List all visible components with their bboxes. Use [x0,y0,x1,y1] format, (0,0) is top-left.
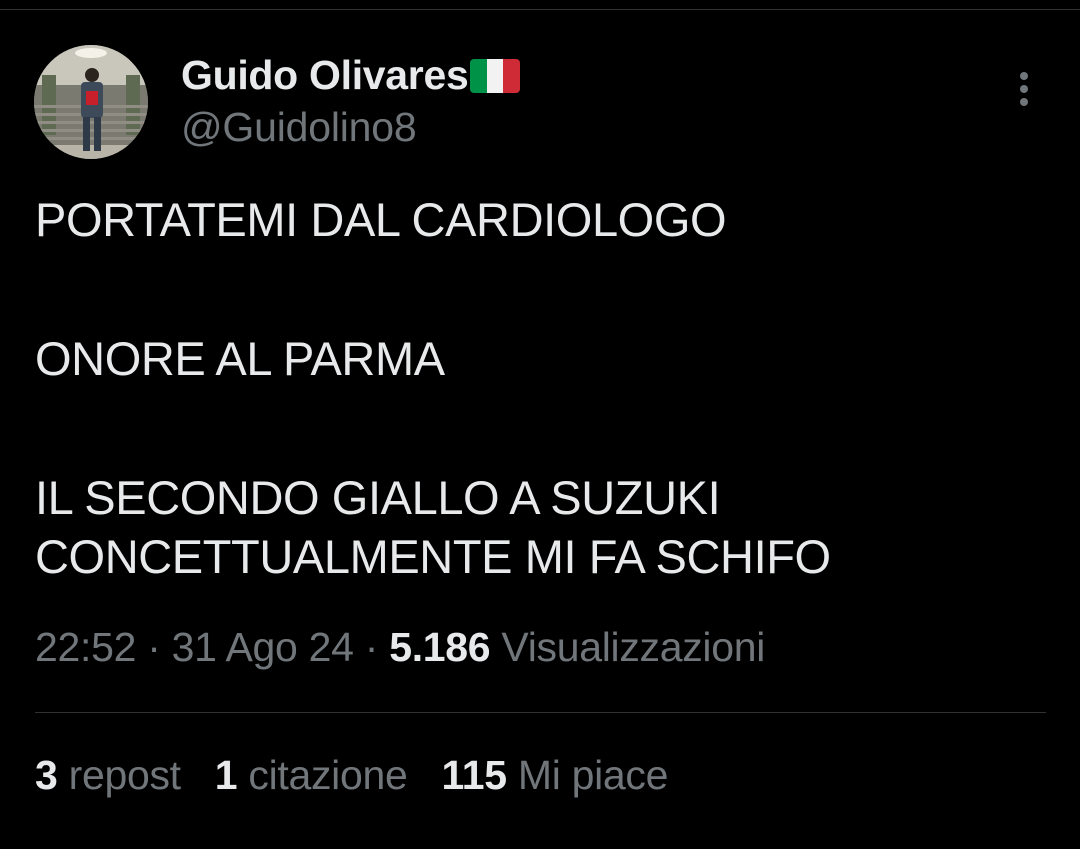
top-divider [0,9,1080,10]
engagement-stats: 3 repost 1 citazione 115 Mi piace [35,752,668,799]
likes-count: 115 [441,752,508,798]
likes-stat[interactable]: 115 Mi piace [442,752,669,799]
tweet-paragraph: IL SECONDO GIALLO A SUZUKI CONCETTUALMEN… [35,471,831,583]
reposts-label: repost [57,752,181,798]
italy-flag-icon [470,59,521,93]
more-options-button[interactable] [1003,68,1045,112]
author-display-name[interactable]: Guido Olivares [181,52,469,99]
reposts-stat[interactable]: 3 repost [35,752,181,799]
meta-separator: · [136,624,172,670]
quotes-count: 1 [214,752,238,798]
meta-separator: · [353,624,390,670]
author-name-row[interactable]: Guido Olivares [181,50,521,100]
views-count: 5.186 [389,624,491,670]
likes-label: Mi piace [506,752,669,798]
tweet-meta: 22:52 · 31 Ago 24 · 5.186 Visualizzazion… [35,624,765,671]
views-label: Visualizzazioni [490,624,766,670]
tweet-time[interactable]: 22:52 [35,624,136,670]
quotes-label: citazione [237,752,408,798]
reposts-count: 3 [35,752,58,798]
quotes-stat[interactable]: 1 citazione [215,752,408,799]
tweet-text: PORTATEMI DAL CARDIOLOGO ONORE AL PARMA … [35,190,1045,586]
avatar[interactable] [34,45,148,159]
tweet-paragraph: ONORE AL PARMA [35,332,445,385]
stats-divider [35,712,1046,713]
author-handle[interactable]: @Guidolino8 [181,104,417,151]
tweet-date[interactable]: 31 Ago 24 [172,624,354,670]
more-vertical-icon [1020,72,1028,106]
tweet-paragraph: PORTATEMI DAL CARDIOLOGO [35,193,727,246]
avatar-photo [34,45,148,159]
